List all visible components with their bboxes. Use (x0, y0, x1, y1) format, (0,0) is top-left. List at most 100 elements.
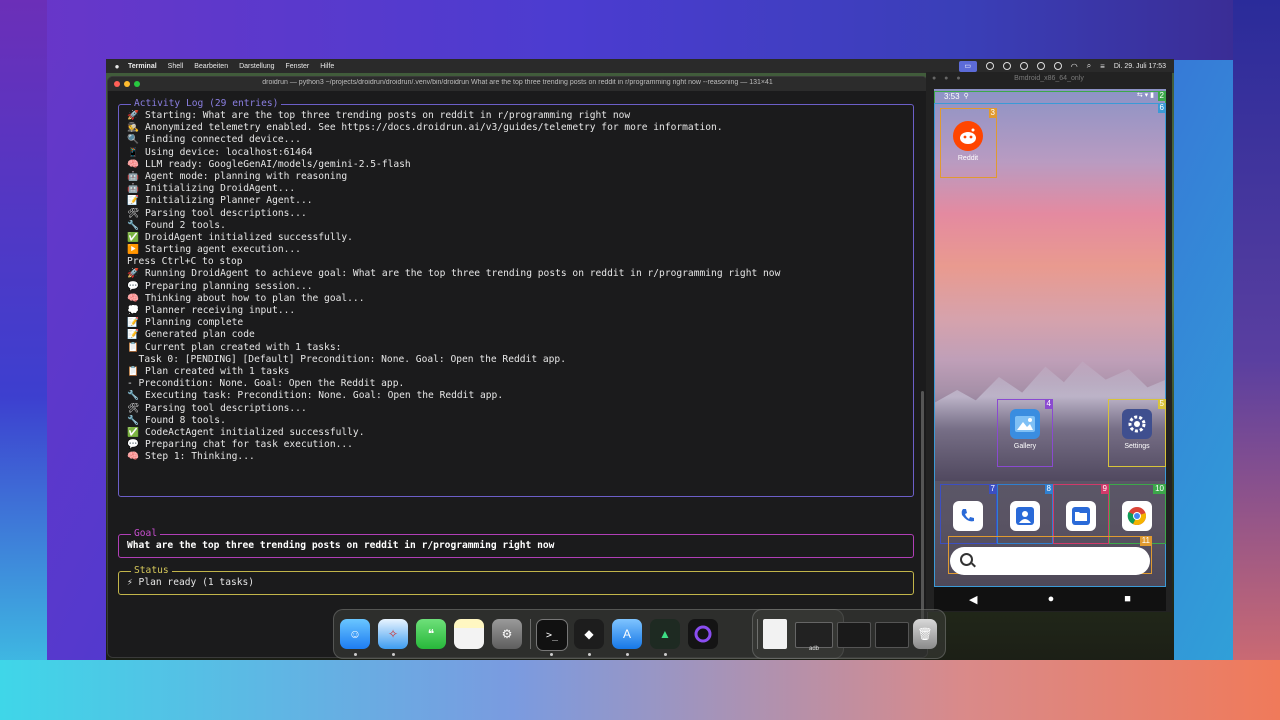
log-line-icon: 🕵 (127, 122, 139, 134)
log-line-icon: 🧠 (127, 158, 139, 170)
terminal-icon[interactable]: >_ (536, 619, 568, 651)
log-line: 📝 Initializing Planner Agent... (127, 195, 907, 207)
menu-bearbeiten[interactable]: Bearbeiten (194, 63, 228, 70)
log-line-text: Found 2 tools. (145, 219, 226, 231)
desktop-background-top (0, 0, 1280, 60)
contacts-app-icon[interactable] (1010, 501, 1040, 531)
safari-icon[interactable]: ✧ (378, 619, 408, 649)
overlay-label: 3 (988, 108, 997, 118)
xcode-icon[interactable]: A (612, 619, 642, 649)
home-button[interactable]: ● (1048, 593, 1055, 605)
log-line-text: Preparing planning session... (145, 280, 313, 292)
document-icon[interactable] (763, 619, 787, 649)
android-studio-icon[interactable]: ▲ (650, 619, 680, 649)
log-line-text: Parsing tool descriptions... (145, 402, 307, 414)
emulator-window-controls[interactable]: ● ● ● (932, 72, 964, 86)
system-settings-icon[interactable]: ⚙ (492, 619, 522, 649)
finder-icon[interactable]: ☺ (340, 619, 370, 649)
terminal-scrollbar[interactable] (921, 391, 924, 637)
status-icon-4[interactable] (1036, 62, 1045, 70)
menu-terminal[interactable]: Terminal (128, 63, 157, 70)
recents-button[interactable]: ■ (1124, 593, 1131, 605)
status-icon-1[interactable] (985, 62, 994, 70)
notes-icon[interactable] (454, 619, 484, 649)
app-reddit[interactable]: Reddit (948, 121, 988, 162)
log-line-text: Parsing tool descriptions... (145, 207, 307, 219)
back-button[interactable]: ◀ (969, 593, 977, 606)
android-screen[interactable]: 3:53 ⚲ ⇆ ▾ ▮ 2 6 3 Reddit 4 Gallery 5 Se… (934, 89, 1166, 611)
log-line-icon: 🧠 (127, 451, 139, 463)
log-line: 💭 Planner receiving input... (127, 305, 907, 317)
log-line-text: Executing task: Precondition: None. Goal… (145, 390, 504, 402)
log-line-text: - Precondition: None. Goal: Open the Red… (127, 378, 405, 390)
log-line-text: Task 0: [PENDING] [Default] Precondition… (127, 353, 566, 365)
menubar-clock[interactable]: Di. 29. Juli 17:53 (1114, 63, 1166, 70)
log-line: 🤖 Initializing DroidAgent... (127, 183, 907, 195)
log-line-icon: ✅ (127, 231, 139, 243)
chrome-app-icon[interactable] (1122, 501, 1152, 531)
log-line-text: Agent mode: planning with reasoning (145, 170, 348, 182)
dock-separator (757, 619, 758, 649)
log-line-text: Press Ctrl+C to stop (127, 256, 243, 268)
ring-app-icon[interactable] (688, 619, 718, 649)
log-line-text: Thinking about how to plan the goal... (145, 292, 365, 304)
log-line: 🕵 Anonymized telemetry enabled. See https… (127, 122, 907, 134)
log-line-text: Starting: What are the top three trendin… (145, 110, 631, 121)
gallery-icon (1010, 409, 1040, 439)
log-line-text: LLM ready: GoogleGenAI/models/gemini-2.5… (145, 158, 411, 170)
log-line-icon: ▶️ (127, 244, 139, 256)
log-line: 🛠 Parsing tool descriptions... (127, 403, 907, 415)
log-line-icon: 🚀 (127, 268, 139, 280)
log-line-text: Plan created with 1 tasks (145, 365, 290, 377)
status-panel: Status ⚡ Plan ready (1 tasks) (118, 565, 914, 595)
log-line: Press Ctrl+C to stop (127, 256, 907, 268)
window-thumbnail-2[interactable] (837, 622, 871, 648)
search-icon (960, 553, 973, 566)
control-center-icon[interactable]: ≡ (1100, 62, 1105, 71)
app-settings[interactable]: Settings (1116, 409, 1158, 450)
log-line-icon: ✅ (127, 426, 139, 438)
messages-icon[interactable]: ❝ (416, 619, 446, 649)
log-line: ▶️ Starting agent execution... (127, 244, 907, 256)
app-gallery[interactable]: Gallery (1004, 409, 1046, 450)
terminal-titlebar[interactable]: droidrun — python3 ~/projects/droidrun/d… (108, 77, 927, 92)
search-icon[interactable]: ⌕ (1087, 61, 1091, 71)
menu-fenster[interactable]: Fenster (286, 63, 310, 70)
log-line-text: Planning complete (145, 317, 244, 329)
overlay-label: 8 (1044, 484, 1053, 494)
menu-hilfe[interactable]: Hilfe (320, 63, 334, 70)
log-line-text: Starting agent execution... (145, 244, 301, 256)
menu-darstellung[interactable]: Darstellung (239, 63, 274, 70)
log-line: 🔍 Finding connected device... (127, 134, 907, 146)
overlay-label: 4 (1044, 399, 1053, 409)
log-line-icon: 🔧 (127, 414, 139, 426)
log-line-icon: 🧠 (127, 292, 139, 304)
log-line: 🛠 Parsing tool descriptions... (127, 208, 907, 220)
overlay-label: 5 (1157, 399, 1166, 409)
terminal-body[interactable]: Activity Log (29 entries) 🚀 Starting: Wha… (108, 91, 927, 657)
files-app-icon[interactable] (1066, 501, 1096, 531)
apple-menu-icon[interactable]: ● (106, 62, 128, 71)
android-nav-bar: ◀ ● ■ (934, 587, 1166, 611)
screen-mirror-icon[interactable]: ▭ (958, 60, 977, 72)
terminal-window: droidrun — python3 ~/projects/droidrun/d… (107, 76, 928, 658)
menu-shell[interactable]: Shell (168, 63, 184, 70)
goal-text: What are the top three trending posts on… (127, 540, 555, 551)
phone-app-icon[interactable] (953, 501, 983, 531)
wifi-icon[interactable]: ◠ (1071, 62, 1078, 71)
log-line-text: CodeActAgent initialized successfully. (145, 426, 365, 438)
window-thumbnail-3[interactable] (875, 622, 909, 648)
app-label: Reddit (957, 155, 979, 162)
overlay-label: 2 (1157, 91, 1166, 101)
emulator-titlebar[interactable]: ● ● ● Bmdroid_x86_64_only (926, 72, 1172, 86)
log-line-text: DroidAgent initialized successfully. (145, 231, 353, 243)
trash-icon[interactable]: 🗑 (913, 619, 937, 649)
adb-window-thumbnail[interactable] (795, 622, 833, 648)
status-icon-2[interactable] (1002, 62, 1011, 70)
log-line: 🧠 LLM ready: GoogleGenAI/models/gemini-2.… (127, 159, 907, 171)
status-icon-3[interactable] (1019, 62, 1028, 70)
status-icon-5[interactable] (1053, 62, 1062, 70)
cube-app-icon[interactable]: ◆ (574, 619, 604, 649)
log-line: 📝 Generated plan code (127, 329, 907, 341)
google-search-bar[interactable] (950, 547, 1150, 575)
